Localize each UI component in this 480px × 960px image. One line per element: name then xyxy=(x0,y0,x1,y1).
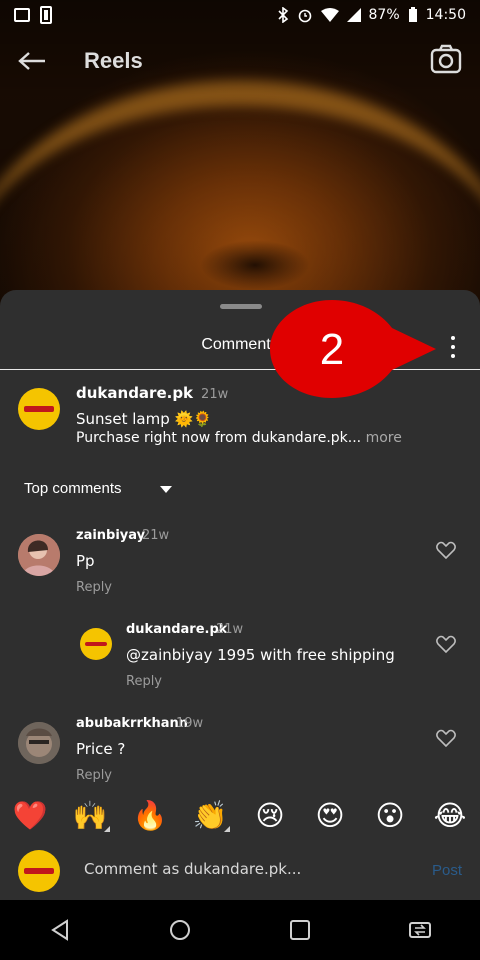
clock: 14:50 xyxy=(425,7,466,23)
caption-line-1: Sunset lamp 🌞🌻 xyxy=(76,410,212,428)
sort-selector[interactable]: Top comments xyxy=(24,480,122,497)
caption-author: dukandare.pk 21w xyxy=(76,384,228,402)
square-recents-icon xyxy=(290,920,310,940)
battery-icon xyxy=(408,7,417,22)
emoji-crying[interactable]: 😢 xyxy=(252,798,288,834)
skin-tone-indicator-icon xyxy=(224,826,230,832)
chevron-down-icon[interactable] xyxy=(160,486,172,493)
more-dot-icon xyxy=(451,354,455,358)
avatar[interactable] xyxy=(80,628,112,660)
comment-time: 21w xyxy=(216,622,244,637)
skin-tone-indicator-icon xyxy=(104,826,110,832)
avatar[interactable] xyxy=(18,534,60,576)
switch-apps-icon xyxy=(409,922,431,938)
comment-text: Price ? xyxy=(76,740,126,758)
circle-home-icon xyxy=(170,920,190,940)
caption-line-2: Purchase right now from dukandare.pk... … xyxy=(76,430,402,446)
wifi-icon xyxy=(320,8,339,22)
comment-username[interactable]: zainbiyay xyxy=(76,528,145,543)
sheet-drag-handle[interactable] xyxy=(220,304,262,309)
comment-input-row: Comment as dukandare.pk... Post xyxy=(0,846,480,898)
comment-text: @zainbiyay 1995 with free shipping xyxy=(126,646,395,664)
more-options-button[interactable] xyxy=(448,336,458,358)
comment-input[interactable]: Comment as dukandare.pk... xyxy=(84,860,404,878)
comment-time: 19w xyxy=(176,716,204,731)
brand-logo-icon xyxy=(84,641,108,647)
signal-icon xyxy=(346,8,361,22)
nav-home-button[interactable] xyxy=(156,906,204,954)
like-heart-icon[interactable] xyxy=(436,729,456,747)
caption-username[interactable]: dukandare.pk xyxy=(76,384,193,402)
comment-username[interactable]: abubakrrkhann xyxy=(76,716,188,731)
user-photo-icon xyxy=(18,534,60,576)
brand-logo-icon xyxy=(24,406,54,412)
page-title: Reels xyxy=(84,48,143,73)
caption-time: 21w xyxy=(201,387,229,402)
camera-icon xyxy=(430,44,462,74)
avatar[interactable] xyxy=(18,722,60,764)
back-arrow-icon xyxy=(18,52,45,70)
callout-number: 2 xyxy=(319,325,345,374)
status-left xyxy=(14,6,52,24)
emoji-surprised[interactable]: 😮 xyxy=(372,798,408,834)
emoji-fire[interactable]: 🔥 xyxy=(132,798,168,834)
emoji-raised-hands[interactable]: 🙌 xyxy=(72,798,108,834)
emoji-reaction-bar: ❤️ 🙌 🔥 👏 😢 😍 😮 😂 xyxy=(0,790,480,840)
avatar xyxy=(18,850,60,892)
emoji-clap[interactable]: 👏 xyxy=(192,798,228,834)
back-button[interactable] xyxy=(0,30,64,92)
brand-logo-icon xyxy=(24,868,54,874)
emoji-heart-eyes[interactable]: 😍 xyxy=(312,798,348,834)
comment-username[interactable]: dukandare.pk xyxy=(126,622,227,637)
nav-switch-button[interactable] xyxy=(396,906,444,954)
alarm-icon xyxy=(298,9,311,23)
nav-recents-button[interactable] xyxy=(276,906,324,954)
status-right: 87% 14:50 xyxy=(277,7,466,23)
emoji-laughing[interactable]: 😂 xyxy=(432,798,468,834)
reply-button[interactable]: Reply xyxy=(126,674,162,689)
comment-text: Pp xyxy=(76,552,95,570)
post-button[interactable]: Post xyxy=(432,862,462,879)
top-bar: Reels xyxy=(0,30,480,92)
emoji-heart[interactable]: ❤️ xyxy=(12,798,48,834)
camera-button[interactable] xyxy=(430,44,462,74)
like-heart-icon[interactable] xyxy=(436,635,456,653)
like-heart-icon[interactable] xyxy=(436,541,456,559)
triangle-back-icon xyxy=(51,919,68,941)
more-dot-icon xyxy=(451,345,455,349)
user-photo-icon xyxy=(18,722,60,764)
more-dot-icon xyxy=(451,336,455,340)
reply-button[interactable]: Reply xyxy=(76,768,112,783)
system-nav-bar xyxy=(0,900,480,960)
bluetooth-icon xyxy=(277,7,288,23)
avatar[interactable] xyxy=(18,388,60,430)
gallery-notification-icon xyxy=(14,8,30,22)
battery-notification-icon xyxy=(40,6,52,24)
caption-more-link[interactable]: more xyxy=(361,430,402,446)
nav-back-button[interactable] xyxy=(36,906,84,954)
comment-time: 21w xyxy=(142,528,170,543)
status-bar: 87% 14:50 xyxy=(0,0,480,30)
caption-text: Purchase right now from dukandare.pk... xyxy=(76,430,362,446)
battery-percent: 87% xyxy=(368,7,400,23)
reply-button[interactable]: Reply xyxy=(76,580,112,595)
